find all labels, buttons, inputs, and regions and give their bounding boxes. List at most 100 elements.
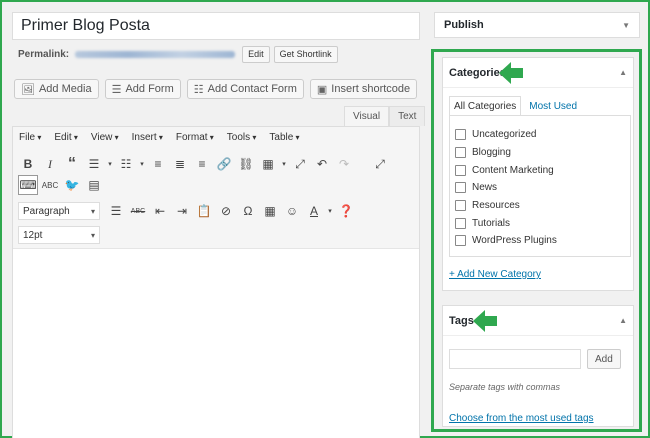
add-media-button[interactable]: 🖼 Add Media xyxy=(14,79,99,99)
editor-toolbar: File Edit View Insert Format Tools Table… xyxy=(13,127,419,249)
menu-insert[interactable]: Insert xyxy=(132,132,163,143)
publish-title: Publish xyxy=(444,19,484,31)
list-item[interactable]: Resources xyxy=(450,197,630,215)
list-item[interactable]: WordPress Plugins xyxy=(450,232,630,250)
list-item[interactable]: Tutorials xyxy=(450,214,630,232)
embed-icon[interactable]: ▤ xyxy=(84,175,104,195)
permalink-url-blurred[interactable] xyxy=(75,50,236,58)
paste-text-icon[interactable]: 📋 xyxy=(194,201,214,221)
toolbar-row-1: B I “ ☰ ▾ ☷ ▾ ≡ ≣ ≡ 🔗 ⛓ ▦ ▾ ⤢ ↶ ↷ ⤢ xyxy=(18,154,390,174)
category-checkbox[interactable] xyxy=(455,217,466,229)
publish-panel-header[interactable]: Publish ▼ xyxy=(434,12,640,38)
add-contact-form-label: Add Contact Form xyxy=(207,83,297,95)
category-label: Blogging xyxy=(472,147,511,159)
align-right-icon[interactable]: ≡ xyxy=(192,154,212,174)
blockquote-icon[interactable]: “ xyxy=(62,154,82,174)
align-center-icon[interactable]: ≣ xyxy=(170,154,190,174)
list-item[interactable]: News xyxy=(450,179,630,197)
green-arrow-icon xyxy=(473,310,497,332)
list-item[interactable]: Content Marketing xyxy=(450,161,630,179)
align-left-icon[interactable]: ≡ xyxy=(148,154,168,174)
tag-input[interactable] xyxy=(449,349,581,369)
list-item[interactable]: Blogging xyxy=(450,144,630,162)
undo-icon[interactable]: ↶ xyxy=(312,154,332,174)
screenshot-frame: Primer Blog Posta Permalink: Edit Get Sh… xyxy=(0,0,650,438)
emoticon-icon[interactable]: ☺ xyxy=(282,201,302,221)
numbered-list-icon[interactable]: ☷ xyxy=(116,154,136,174)
menu-tools[interactable]: Tools xyxy=(227,132,257,143)
menu-view[interactable]: View xyxy=(91,132,119,143)
add-new-category-link[interactable]: + Add New Category xyxy=(449,269,541,280)
numbered-list-chevron-down-icon[interactable]: ▾ xyxy=(138,154,146,174)
category-label: News xyxy=(472,182,498,194)
add-tag-button[interactable]: Add xyxy=(587,349,621,369)
editor-mode-tabs: Visual Text xyxy=(344,106,426,126)
chevron-down-icon[interactable]: ▼ xyxy=(622,21,630,30)
insert-table-icon[interactable]: ▦ xyxy=(260,201,280,221)
distraction-free-icon[interactable]: ⤢ xyxy=(370,154,390,174)
category-checkbox[interactable] xyxy=(455,164,466,176)
bullet-list-icon[interactable]: ☰ xyxy=(84,154,104,174)
editor-content-area[interactable] xyxy=(13,249,419,438)
strikethrough-icon[interactable]: ABC xyxy=(128,201,148,221)
clear-formatting-icon[interactable]: ⊘ xyxy=(216,201,236,221)
category-checkbox[interactable] xyxy=(455,129,466,141)
highlight-box: Categories ▲ All Categories Most Used Un… xyxy=(431,49,642,432)
categories-title: Categories xyxy=(449,66,506,79)
categories-panel: Categories ▲ All Categories Most Used Un… xyxy=(442,57,634,291)
menu-format[interactable]: Format xyxy=(176,132,214,143)
category-checkbox[interactable] xyxy=(455,200,466,212)
indent-icon[interactable]: ⇥ xyxy=(172,201,192,221)
toolbar-row-4: 12pt ▾ xyxy=(18,226,100,244)
menu-file[interactable]: File xyxy=(19,132,41,143)
unlink-icon[interactable]: ⛓ xyxy=(236,154,256,174)
spellcheck-icon[interactable]: ABC xyxy=(40,175,60,195)
category-checkbox[interactable] xyxy=(455,182,466,194)
tags-title: Tags xyxy=(449,314,474,327)
categories-panel-header[interactable]: Categories ▲ xyxy=(443,58,633,88)
twitter-icon[interactable]: 🐦 xyxy=(62,175,82,195)
tab-visual[interactable]: Visual xyxy=(344,106,390,126)
redo-icon[interactable]: ↷ xyxy=(334,154,354,174)
insert-shortcode-label: Insert shortcode xyxy=(331,83,411,95)
green-arrow-icon xyxy=(499,62,523,84)
add-form-button[interactable]: ☰ Add Form xyxy=(104,79,181,99)
menu-edit[interactable]: Edit xyxy=(54,132,77,143)
insert-shortcode-button[interactable]: ▣ Insert shortcode xyxy=(309,79,418,99)
chevron-up-icon[interactable]: ▲ xyxy=(619,316,627,325)
toolbar-toggle-icon[interactable]: ⌨ xyxy=(18,175,38,195)
category-checkbox[interactable] xyxy=(455,235,466,247)
bullet-list-chevron-down-icon[interactable]: ▾ xyxy=(106,154,114,174)
italic-icon[interactable]: I xyxy=(40,154,60,174)
list-item[interactable]: Uncategorized xyxy=(450,126,630,144)
choose-most-used-tags-link[interactable]: Choose from the most used tags xyxy=(449,413,594,424)
menu-table[interactable]: Table xyxy=(269,132,299,143)
help-icon[interactable]: ❓ xyxy=(336,201,356,221)
tab-all-categories[interactable]: All Categories xyxy=(449,96,522,116)
text-color-chevron-down-icon[interactable]: ▾ xyxy=(326,201,334,221)
fullscreen-icon[interactable]: ⤢ xyxy=(290,154,310,174)
get-shortlink-button[interactable]: Get Shortlink xyxy=(273,45,338,63)
table-icon[interactable]: ▦ xyxy=(258,154,278,174)
add-contact-form-button[interactable]: ☷ Add Contact Form xyxy=(186,79,304,99)
special-character-icon[interactable]: Ω xyxy=(238,201,258,221)
outdent-icon[interactable]: ⇤ xyxy=(150,201,170,221)
table-chevron-down-icon[interactable]: ▾ xyxy=(280,154,288,174)
font-size-select[interactable]: 12pt ▾ xyxy=(18,226,100,244)
permalink-edit-button[interactable]: Edit xyxy=(242,45,270,63)
tab-text[interactable]: Text xyxy=(389,106,426,126)
link-icon[interactable]: 🔗 xyxy=(214,154,234,174)
bold-icon[interactable]: B xyxy=(18,154,38,174)
tags-panel: Tags ▲ Add Separate tags with commas Cho… xyxy=(442,305,634,427)
horizontal-line-icon[interactable]: ☰ xyxy=(106,201,126,221)
format-select[interactable]: Paragraph ▾ xyxy=(18,202,100,220)
tab-most-used[interactable]: Most Used xyxy=(525,96,581,116)
font-size-select-value: 12pt xyxy=(23,229,43,241)
post-title-input[interactable]: Primer Blog Posta xyxy=(12,12,420,40)
add-form-label: Add Form xyxy=(125,83,174,95)
tags-panel-header[interactable]: Tags ▲ xyxy=(443,306,633,336)
category-checkbox[interactable] xyxy=(455,147,466,159)
text-color-icon[interactable]: A xyxy=(304,201,324,221)
category-label: Tutorials xyxy=(472,217,510,229)
chevron-up-icon[interactable]: ▲ xyxy=(619,68,627,77)
